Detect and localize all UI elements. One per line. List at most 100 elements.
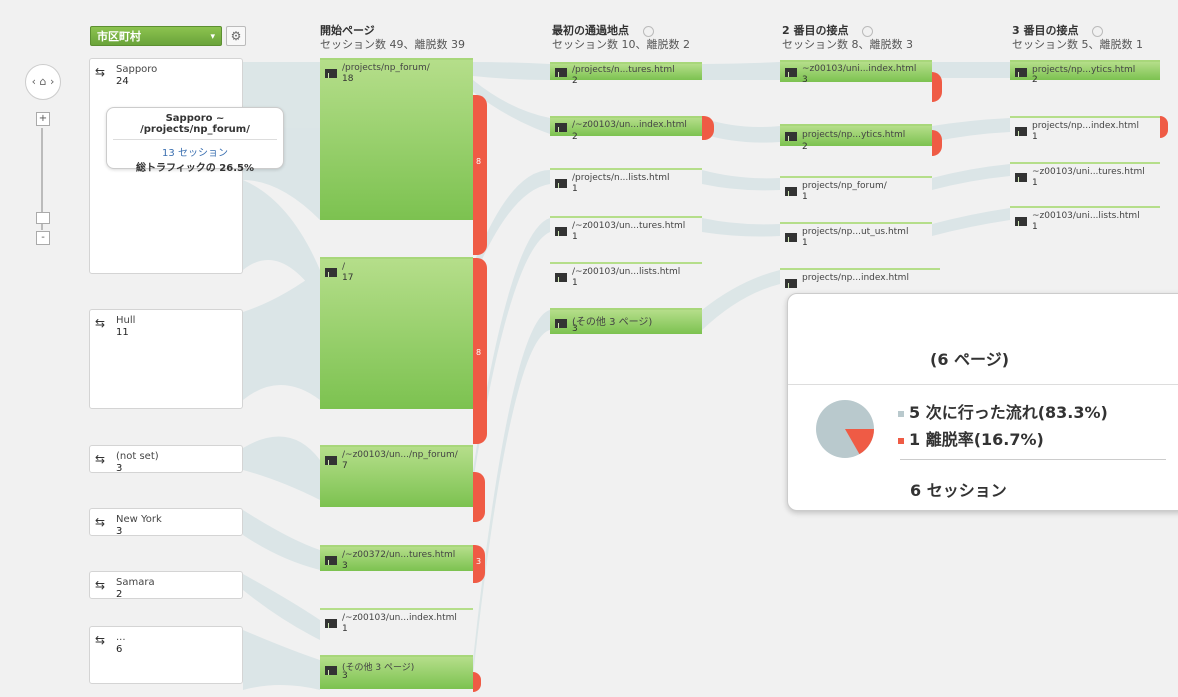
popup-title: (6 ページ) bbox=[930, 350, 1010, 369]
page-count: 1 bbox=[1032, 178, 1038, 188]
source-name: Hull bbox=[116, 315, 136, 326]
page-count: 2 bbox=[572, 76, 578, 86]
page-name: (その他 3 ページ) bbox=[572, 317, 653, 328]
drop-label: 1 離脱率(16.7%) bbox=[909, 430, 1044, 449]
page-count: 1 bbox=[572, 278, 578, 288]
page-node[interactable]: /~z00103/un...index.html 2 bbox=[550, 116, 702, 142]
info-icon[interactable] bbox=[1092, 25, 1104, 37]
page-icon bbox=[325, 69, 337, 78]
page-node[interactable]: /~z00103/un...index.html 1 bbox=[320, 608, 473, 638]
source-node[interactable]: ⇆ New York 3 bbox=[89, 508, 243, 537]
page-icon bbox=[325, 556, 337, 565]
page-name: /~z00103/un...index.html bbox=[342, 613, 457, 623]
divider bbox=[900, 459, 1166, 460]
chevron-down-icon: ▾ bbox=[210, 32, 215, 42]
page-node[interactable]: /projects/n...lists.html 1 bbox=[550, 168, 702, 198]
page-name: ~z00103/uni...index.html bbox=[802, 64, 917, 74]
page-node[interactable]: /projects/n...tures.html 2 bbox=[550, 62, 702, 86]
page-icon bbox=[325, 666, 337, 675]
page-node[interactable]: / 17 bbox=[320, 257, 473, 409]
info-icon[interactable] bbox=[643, 25, 654, 37]
page-count: 2 bbox=[1032, 75, 1038, 85]
page-node[interactable]: (その他 3 ページ) 3 bbox=[320, 655, 473, 689]
source-node[interactable]: ⇆ Samara 2 bbox=[89, 571, 243, 600]
drop-off-bar[interactable] bbox=[473, 472, 485, 522]
page-node[interactable]: projects/np...index.html bbox=[780, 268, 940, 294]
page-node[interactable]: /projects/np_forum/ 18 bbox=[320, 58, 473, 220]
page-icon bbox=[1015, 127, 1027, 136]
page-node[interactable]: projects/np...ytics.html 2 bbox=[780, 124, 932, 152]
page-name: projects/np...index.html bbox=[1032, 121, 1139, 131]
page-icon bbox=[555, 273, 567, 282]
drop-count: 3 bbox=[476, 557, 482, 566]
page-icon bbox=[325, 456, 337, 465]
flow-swatch bbox=[898, 410, 904, 417]
page-node[interactable]: /~z00372/un...tures.html 3 bbox=[320, 545, 473, 571]
page-name: ~z00103/uni...tures.html bbox=[1032, 167, 1145, 177]
page-icon bbox=[785, 187, 797, 196]
page-node[interactable]: (その他 3 ページ) 3 bbox=[550, 308, 702, 334]
page-node[interactable]: projects/np_forum/ 1 bbox=[780, 176, 932, 206]
page-icon bbox=[325, 268, 337, 277]
node-detail-popup: (6 ページ) 5 次に行った流れ(83.3%) 1 離脱率(16.7%) 6 … bbox=[787, 293, 1178, 511]
column-title: 2 番目の接点 bbox=[782, 24, 849, 37]
zoom-in-icon[interactable]: + bbox=[36, 112, 50, 126]
tooltip-percent: 総トラフィックの 26.5% bbox=[136, 163, 254, 174]
page-icon bbox=[555, 227, 567, 236]
traffic-source-icon: ⇆ bbox=[95, 633, 106, 647]
page-count: 3 bbox=[342, 671, 348, 681]
flow-legend-row: 5 次に行った流れ(83.3%) bbox=[898, 399, 1108, 423]
page-icon bbox=[785, 132, 797, 141]
page-node[interactable]: /~z00103/un...lists.html 1 bbox=[550, 262, 702, 292]
column-subtitle: セッション数 5、離脱数 1 bbox=[1012, 38, 1143, 51]
page-name: /~z00103/un...lists.html bbox=[572, 267, 681, 277]
source-name: (not set) bbox=[116, 451, 159, 462]
source-count: 3 bbox=[116, 463, 123, 474]
column-subtitle: セッション数 49、離脱数 39 bbox=[320, 38, 465, 51]
page-count: 1 bbox=[342, 624, 348, 634]
traffic-source-icon: ⇆ bbox=[95, 515, 106, 529]
zoom-slider-handle[interactable] bbox=[36, 212, 50, 224]
page-icon bbox=[1015, 68, 1027, 77]
page-name: ~z00103/uni...lists.html bbox=[1032, 211, 1140, 221]
gear-icon[interactable]: ⚙ bbox=[226, 26, 246, 46]
page-node[interactable]: projects/np...ut_us.html 1 bbox=[780, 222, 932, 252]
page-node[interactable]: projects/np...ytics.html 2 bbox=[1010, 60, 1160, 85]
dimension-selector-label: 市区町村 bbox=[97, 30, 141, 43]
page-node[interactable]: projects/np...index.html 1 bbox=[1010, 116, 1160, 146]
page-name: / bbox=[342, 262, 346, 272]
page-count: 1 bbox=[1032, 222, 1038, 232]
page-name: /~z00103/un...tures.html bbox=[572, 221, 686, 231]
source-node[interactable]: ⇆ Hull 11 bbox=[89, 309, 243, 409]
drop-off-bar[interactable]: 3 bbox=[473, 545, 485, 583]
page-name: /~z00103/un.../np_forum/ bbox=[342, 450, 458, 460]
source-name: Sapporo bbox=[116, 64, 158, 75]
dimension-selector[interactable]: 市区町村 ▾ bbox=[90, 26, 222, 46]
page-node[interactable]: /~z00103/un.../np_forum/ 7 bbox=[320, 445, 473, 507]
page-icon bbox=[555, 319, 567, 328]
zoom-out-icon[interactable]: - bbox=[36, 231, 50, 245]
page-name: (その他 3 ページ) bbox=[342, 663, 415, 673]
source-node[interactable]: ⇆ (not set) 3 bbox=[89, 445, 243, 474]
page-icon bbox=[785, 279, 797, 288]
drop-legend-row: 1 離脱率(16.7%) bbox=[898, 426, 1044, 450]
source-name: Samara bbox=[116, 577, 155, 588]
home-icon[interactable]: ‹ ⌂ › bbox=[25, 64, 61, 100]
info-icon[interactable] bbox=[862, 25, 874, 37]
page-node[interactable]: /~z00103/un...tures.html 1 bbox=[550, 216, 702, 246]
page-node[interactable]: ~z00103/uni...tures.html 1 bbox=[1010, 162, 1160, 192]
source-node[interactable]: ⇆ ... 6 bbox=[89, 626, 243, 684]
page-node[interactable]: ~z00103/uni...lists.html 1 bbox=[1010, 206, 1160, 236]
page-node[interactable]: ~z00103/uni...index.html 3 bbox=[780, 60, 932, 85]
page-name: /~z00372/un...tures.html bbox=[342, 550, 456, 560]
drop-off-bar[interactable]: 8 bbox=[473, 258, 487, 444]
drop-off-bar[interactable]: 8 bbox=[473, 95, 487, 255]
drop-swatch bbox=[898, 437, 904, 444]
page-count: 18 bbox=[342, 74, 354, 84]
drop-count: 8 bbox=[476, 348, 482, 357]
tooltip-sessions[interactable]: 13 セッション bbox=[107, 144, 283, 159]
divider bbox=[788, 384, 1178, 385]
page-name: projects/np...ytics.html bbox=[802, 130, 906, 140]
source-count: 2 bbox=[116, 589, 123, 600]
page-count: 1 bbox=[572, 232, 578, 242]
